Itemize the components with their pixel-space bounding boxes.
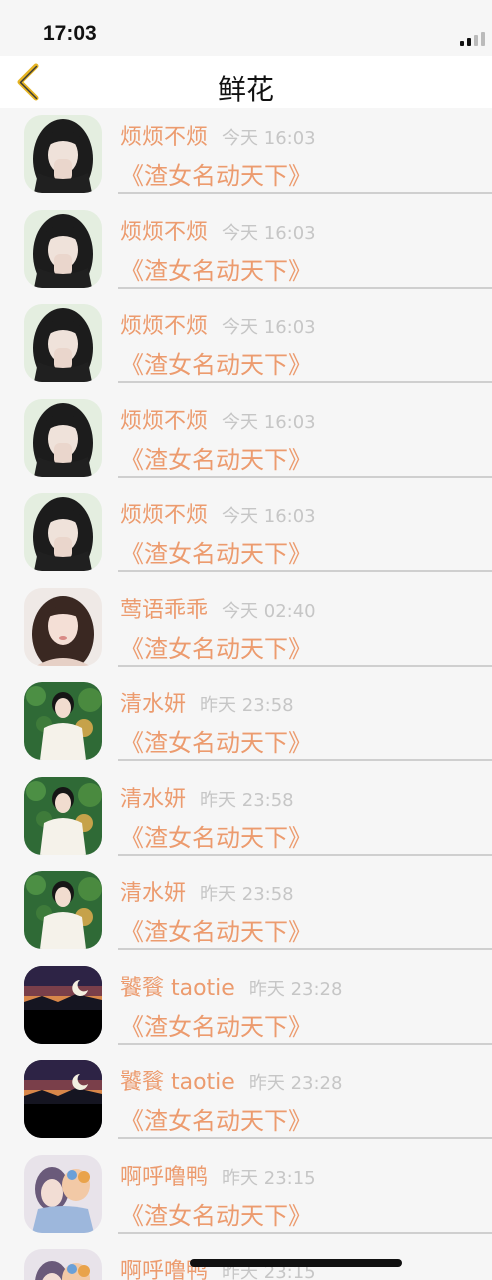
avatar[interactable] <box>24 304 102 382</box>
avatar[interactable] <box>24 1249 102 1280</box>
divider <box>118 475 492 478</box>
signal-strength-icon <box>460 30 486 46</box>
sender-name-text: 清水妍 <box>120 786 187 812</box>
avatar[interactable] <box>24 587 102 666</box>
gift-message: 《渣女名动天下》 <box>120 162 312 190</box>
gift-message: 《渣女名动天下》 <box>120 1201 312 1230</box>
gift-message: 《渣女名动天下》 <box>120 823 312 852</box>
timestamp: 昨天 23:28 <box>248 1073 343 1094</box>
sender-name-text: 清水妍 <box>120 881 187 906</box>
timestamp: 今天 16:03 <box>222 128 316 149</box>
list-item[interactable]: 烦烦不烦 今天 16:03 《渣女名动天下》 <box>0 203 492 297</box>
sender-name-text: 莺语乖乖 <box>120 597 209 623</box>
gift-message: 《渣女名动天下》 <box>120 445 312 474</box>
gift-message: 《渣女名动天下》 <box>120 351 312 379</box>
list-item[interactable]: 啊呼噜鸭 昨天 23:15 《渣女名动天下》 <box>0 1148 492 1242</box>
avatar[interactable] <box>24 776 102 855</box>
sender-name-text: 饕餮 taotie <box>120 975 235 1001</box>
divider <box>118 1042 492 1045</box>
list-item[interactable]: 烦烦不烦 今天 16:03 《渣女名动天下》 <box>0 108 492 202</box>
timestamp: 昨天 23:58 <box>200 789 294 811</box>
list-item[interactable]: 清水妍 昨天 23:58 《渣女名动天下》 <box>0 675 492 769</box>
list-item[interactable]: 清水妍 昨天 23:58 《渣女名动天下》 <box>0 864 492 958</box>
sender-name-text: 烦烦不烦 <box>120 408 209 434</box>
list-item[interactable]: 饕餮 taotie 昨天 23:28 《渣女名动天下》 <box>0 959 492 1053</box>
avatar[interactable] <box>24 1060 102 1138</box>
sender-name: 清水妍 昨天 23:58 <box>120 686 294 718</box>
avatar[interactable] <box>24 209 102 288</box>
gift-message: 《渣女名动天下》 <box>120 634 312 663</box>
sender-name-text: 清水妍 <box>120 692 187 717</box>
gift-message: 《渣女名动天下》 <box>120 256 312 285</box>
sender-name: 烦烦不烦 今天 16:03 <box>120 403 316 435</box>
sender-name-text: 烦烦不烦 <box>120 503 209 528</box>
gift-record-list: 烦烦不烦 今天 16:03 《渣女名动天下》 烦烦不烦 今天 16:03 《渣女名动天下》… <box>0 108 492 1280</box>
divider <box>118 192 492 194</box>
sender-name: 饕餮 taotie 昨天 23:28 <box>120 970 342 1002</box>
divider <box>118 381 492 383</box>
sender-name-text: 啊呼噜鸭 <box>120 1164 209 1190</box>
sender-name-text: 饕餮 taotie <box>120 1070 235 1095</box>
sender-name: 清水妍 昨天 23:58 <box>120 875 294 907</box>
divider <box>118 286 492 289</box>
list-item[interactable]: 烦烦不烦 今天 16:03 《渣女名动天下》 <box>0 392 492 486</box>
gift-message: 《渣女名动天下》 <box>120 729 312 757</box>
status-time: 17:03 <box>43 22 97 45</box>
sender-name: 烦烦不烦 今天 16:03 <box>120 214 316 246</box>
sender-name: 莺语乖乖 今天 02:40 <box>120 592 316 624</box>
timestamp: 今天 02:40 <box>222 600 316 622</box>
nav-bar: 鲜花 <box>0 56 492 108</box>
home-indicator <box>190 1259 402 1267</box>
list-item[interactable]: 烦烦不烦 今天 16:03 《渣女名动天下》 <box>0 297 492 391</box>
gift-message: 《渣女名动天下》 <box>120 918 312 946</box>
page-title: 鲜花 <box>217 73 274 106</box>
list-item[interactable]: 莺语乖乖 今天 02:40 《渣女名动天下》 <box>0 581 492 675</box>
gift-message: 《渣女名动天下》 <box>120 1107 312 1135</box>
divider <box>118 1231 492 1234</box>
sender-name: 啊呼噜鸭 昨天 23:15 <box>120 1159 316 1191</box>
divider <box>118 664 492 667</box>
list-item[interactable]: 饕餮 taotie 昨天 23:28 《渣女名动天下》 <box>0 1053 492 1147</box>
avatar[interactable] <box>24 965 102 1044</box>
sender-name-text: 烦烦不烦 <box>120 314 209 339</box>
divider <box>118 853 492 856</box>
gift-message: 《渣女名动天下》 <box>120 1012 312 1041</box>
gift-message: 《渣女名动天下》 <box>120 540 312 568</box>
divider <box>118 1137 492 1139</box>
sender-name-text: 烦烦不烦 <box>120 219 209 245</box>
sender-name: 清水妍 昨天 23:58 <box>120 781 294 813</box>
timestamp: 昨天 23:15 <box>222 1167 316 1189</box>
timestamp: 昨天 23:58 <box>200 884 294 905</box>
list-item[interactable]: 清水妍 昨天 23:58 《渣女名动天下》 <box>0 770 492 864</box>
divider <box>118 948 492 950</box>
avatar[interactable] <box>24 1154 102 1233</box>
status-bar: 17:03 <box>0 0 492 56</box>
list-item[interactable]: 烦烦不烦 今天 16:03 《渣女名动天下》 <box>0 486 492 580</box>
timestamp: 昨天 23:28 <box>248 978 343 1000</box>
timestamp: 今天 16:03 <box>222 222 316 244</box>
avatar[interactable] <box>24 398 102 477</box>
sender-name: 烦烦不烦 今天 16:03 <box>120 308 316 340</box>
avatar[interactable] <box>24 871 102 949</box>
sender-name: 饕餮 taotie 昨天 23:28 <box>120 1064 342 1096</box>
sender-name: 烦烦不烦 今天 16:03 <box>120 119 316 151</box>
divider <box>118 570 492 572</box>
timestamp: 今天 16:03 <box>222 506 316 527</box>
sender-name-text: 烦烦不烦 <box>120 125 209 150</box>
divider <box>118 759 492 761</box>
timestamp: 昨天 23:58 <box>200 695 294 716</box>
avatar[interactable] <box>24 682 102 760</box>
sender-name: 烦烦不烦 今天 16:03 <box>120 497 316 529</box>
avatar[interactable] <box>24 115 102 193</box>
timestamp: 今天 16:03 <box>222 317 316 338</box>
timestamp: 今天 16:03 <box>222 411 316 433</box>
avatar[interactable] <box>24 493 102 571</box>
